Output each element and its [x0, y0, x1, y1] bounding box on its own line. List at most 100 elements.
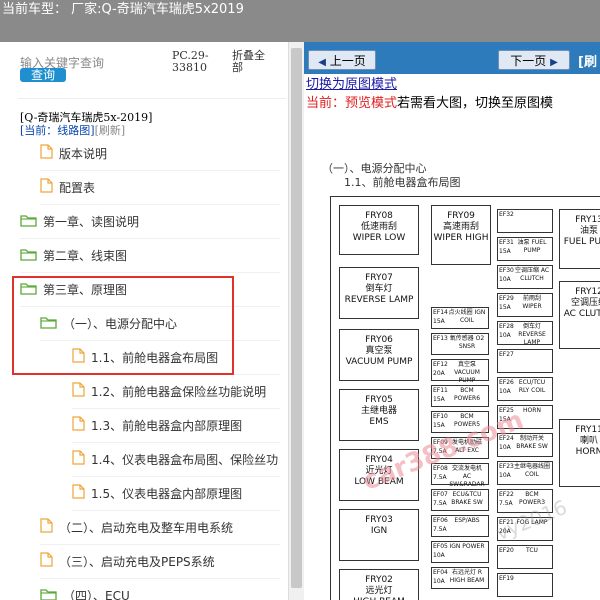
relay-name-cn: 油泵 — [579, 226, 598, 236]
fuse-id: EF11 — [433, 387, 448, 394]
arrow-right-icon: ▶ — [550, 57, 558, 68]
relay-name-cn: 空调压缩 — [570, 298, 600, 308]
fuse-slot: EF06 ESP/ABS 7.5A — [431, 515, 489, 537]
relay-id: FRY08 — [365, 211, 393, 221]
relay-name-cn: 真空泵 — [365, 346, 393, 356]
tree-item-label: （三）、启动充电及PEPS系统 — [59, 555, 215, 569]
fuse-id: EF20 — [499, 547, 514, 554]
next-page-button[interactable]: 下一页 ▶ — [498, 50, 570, 70]
fuse-name: 交流发电机 AC SW&RADAR — [449, 465, 485, 488]
document-icon — [40, 546, 53, 580]
selection-highlight-box — [12, 276, 234, 375]
search-button[interactable]: 查询 — [20, 68, 66, 82]
tree-item[interactable]: 配置表 — [40, 171, 280, 205]
fuse-id: EF28 — [499, 323, 514, 330]
fuse-name: 制动开关 BRAKE SW — [516, 435, 548, 450]
switch-original-mode-link[interactable]: 切换为原图模式 — [306, 74, 397, 90]
fuse-id: EF31 — [499, 239, 514, 246]
relay-name-en: IGN — [370, 526, 388, 536]
fuse-id: EF04 — [433, 569, 448, 576]
relay-id: FRY13 — [575, 215, 600, 225]
fuse-name: 真空泵 VACUUM PUMP — [454, 361, 480, 384]
diagram-page: （一）、电源分配中心 1.1、前舱电器盒布局图 FRY08 低速雨刮 WIPER L… — [304, 116, 600, 600]
document-icon — [40, 512, 53, 546]
tree-item[interactable]: 1.4、仪表电器盒布局图、保险丝功 — [72, 443, 280, 477]
tree-item[interactable]: （三）、启动充电及PEPS系统 — [40, 545, 280, 579]
refresh-link[interactable]: [刷新] — [95, 124, 126, 137]
relay-name-en: FUEL PUMP — [563, 237, 600, 247]
next-page-label: 下一页 — [510, 54, 547, 68]
tree-item[interactable]: 1.2、前舱电器盒保险丝功能说明 — [72, 375, 280, 409]
tree-item-label: 1.4、仪表电器盒布局图、保险丝功 — [91, 453, 279, 467]
document-icon — [40, 172, 53, 206]
catalog-sidebar: 输入关键字查询 查询 PC.29-33810 折叠全部 [Q-奇瑞汽车瑞虎5x-… — [0, 42, 288, 600]
relay-name-en: EMS — [369, 417, 389, 427]
fuse-amperage: 15A — [433, 396, 445, 403]
fuse-amperage: 10A — [499, 332, 511, 339]
fuse-slot: EF14 点火线圈 IGN COIL 15A — [431, 307, 489, 329]
tree-item[interactable]: 第一章、读图说明 — [20, 205, 280, 239]
fuse-amperage: 15A — [499, 304, 511, 311]
fuse-id: EF12 — [433, 361, 448, 368]
fuse-name: 油泵 FUEL PUMP — [517, 239, 547, 254]
relay-name-en: AC CLUTCH — [563, 309, 600, 319]
fuse-name: 前雨刮 WIPER — [522, 295, 542, 310]
folder-open-icon — [20, 206, 37, 240]
relay-name-en: VACUUM PUMP — [345, 357, 413, 367]
relay-name-cn: 主继电器 — [360, 406, 397, 416]
document-viewer: ◀ 上一页 下一页 ▶ [刷 切换为原图模式 当前：预览模式若需看大图，切换至原… — [304, 42, 600, 600]
fuse-slot: EF28 倒车灯 REVERSE LAMP 10A — [497, 321, 553, 346]
relay-name-en: WIPER HIGH — [433, 233, 489, 243]
scrollbar-thumb[interactable] — [291, 48, 302, 588]
fuse-amperage: 10A — [433, 578, 445, 585]
sidebar-scrollbar[interactable] — [288, 42, 304, 600]
tree-item[interactable]: 版本说明 — [40, 137, 280, 171]
fuse-id: EF14 — [433, 309, 448, 316]
tree-item[interactable]: 1.5、仪表电器盒内部原理图 — [72, 477, 280, 511]
current-vehicle-label: 当前车型： 厂家:Q-奇瑞汽车瑞虎5x2019 — [2, 2, 244, 17]
fuse-amperage: 10A — [499, 388, 511, 395]
fuse-id: EF22 — [499, 491, 514, 498]
refresh-viewer-link[interactable]: [刷 — [578, 51, 597, 70]
fuse-id: EF10 — [433, 413, 448, 420]
relay-name-en: REVERSE LAMP — [344, 295, 414, 305]
preview-mode-notice: 当前：预览模式若需看大图，切换至原图模 — [306, 92, 553, 111]
tree-item[interactable]: 第二章、线束图 — [20, 239, 280, 273]
relay-id: FRY07 — [365, 273, 393, 283]
current-view-line: [当前：线路图][刷新] — [20, 122, 125, 138]
fuse-slot: EF23 主继电器线圈 COIL 10A — [497, 461, 553, 485]
relay-block: FRY06 真空泵 VACUUM PUMP — [339, 329, 419, 381]
divider — [18, 98, 286, 99]
collapse-all-link[interactable]: 折叠全部 — [232, 50, 272, 74]
relay-block: FRY03 IGN — [339, 509, 419, 561]
prev-page-button[interactable]: ◀ 上一页 — [308, 50, 376, 70]
fuse-name: 空调压缩 AC CLUTCH — [514, 267, 550, 282]
fuse-id: EF19 — [499, 575, 514, 582]
relay-name-cn: 远光灯 — [365, 586, 393, 596]
tree-item[interactable]: （二）、启动充电及整车用电系统 — [40, 511, 280, 545]
fuse-id: EF05 — [433, 543, 448, 550]
tree-item[interactable]: （四）、ECU — [40, 579, 280, 600]
tree-item[interactable]: 1.3、前舱电器盒内部原理图 — [72, 409, 280, 443]
tree-item-label: 第一章、读图说明 — [43, 215, 140, 229]
fuse-name: ECU&TCU BRAKE SW — [451, 491, 483, 506]
fuse-id: EF29 — [499, 295, 514, 302]
fuse-name: 右远光灯 R HIGH BEAM — [449, 569, 485, 584]
relay-block: FRY07 倒车灯 REVERSE LAMP — [339, 267, 419, 319]
relay-name-en: HORN — [575, 447, 600, 457]
fuse-id: EF27 — [499, 351, 514, 358]
fuse-name: ECU/TCU RLY COIL — [518, 379, 546, 394]
mode-hint: 若需看大图，切换至原图模 — [397, 96, 554, 111]
fuse-amperage: 15A — [499, 248, 511, 255]
fuse-slot: EF04 右远光灯 R HIGH BEAM 10A — [431, 567, 489, 589]
document-code: PC.29-33810 — [172, 49, 209, 74]
fuse-amperage: 7.5A — [499, 500, 513, 507]
relay-name-cn: 喇叭 — [579, 436, 598, 446]
document-icon — [40, 138, 53, 172]
fuse-name: ESP/ABS — [454, 517, 480, 524]
fuse-amperage: 7.5A — [433, 474, 447, 481]
tree-item-label: 1.5、仪表电器盒内部原理图 — [91, 487, 243, 501]
relay-block: FRY02远光灯HIGH BEAM — [339, 569, 419, 600]
relay-block: FRY09 高速雨刮 WIPER HIGH — [431, 205, 491, 265]
fuse-id: EF23 — [499, 463, 514, 470]
